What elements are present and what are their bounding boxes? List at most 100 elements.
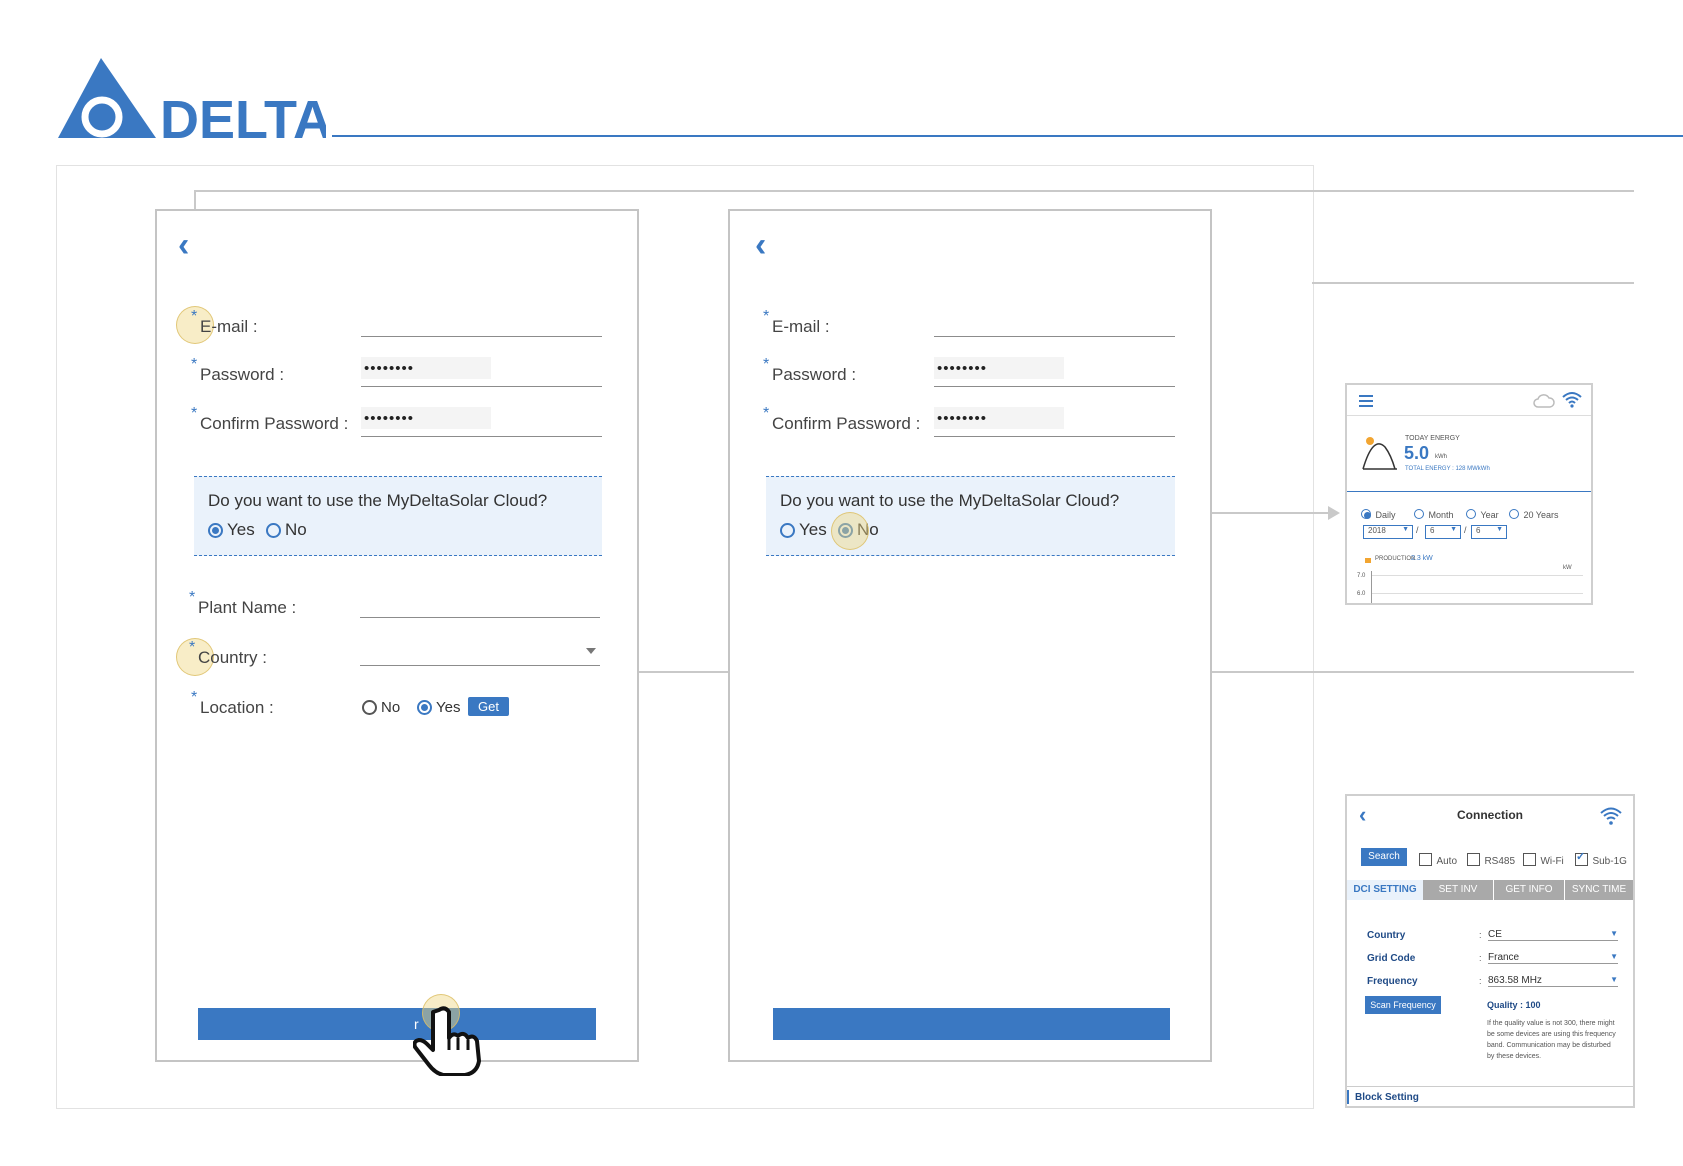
period-20-years[interactable]: 20 Years — [1509, 505, 1559, 523]
chevron-down-icon: ▼ — [1610, 975, 1618, 984]
scan-frequency-button[interactable]: Scan Frequency — [1365, 996, 1441, 1014]
confirm-password-input[interactable]: •••••••• — [361, 407, 602, 437]
date-separator: / — [1464, 525, 1467, 535]
grid-code-row-label: Grid Code — [1367, 953, 1416, 964]
quality-note: If the quality value is not 300, there m… — [1487, 1020, 1616, 1060]
day-select[interactable]: 6 ▼ — [1471, 525, 1507, 539]
option-wifi[interactable]: Wi-Fi — [1523, 851, 1564, 869]
tab-get-info[interactable]: GET INFO — [1494, 880, 1564, 900]
email-input[interactable] — [934, 307, 1175, 337]
frequency-row-select[interactable]: 863.58 MHz ▼ — [1488, 975, 1618, 987]
wifi-icon — [1600, 807, 1622, 825]
password-value: •••••••• — [361, 357, 491, 379]
frequency-row-value: 863.58 MHz — [1488, 975, 1542, 986]
highlight-marker — [831, 512, 869, 550]
wifi-icon — [1562, 392, 1582, 408]
country-row-select[interactable]: CE ▼ — [1488, 929, 1618, 941]
country-select[interactable] — [360, 636, 600, 666]
confirm-label-text: Confirm Password : — [772, 414, 921, 433]
cloud-no-option[interactable]: No — [266, 520, 307, 540]
arrow-head — [1328, 506, 1340, 520]
cloud-yes-option[interactable]: Yes — [780, 520, 827, 540]
chart-y-tick: 7.0 — [1357, 573, 1366, 579]
frequency-row-label: Frequency — [1367, 976, 1418, 987]
block-setting-link[interactable]: Block Setting — [1355, 1092, 1419, 1103]
month-select[interactable]: 6 ▼ — [1425, 525, 1461, 539]
checkbox-icon — [1523, 853, 1536, 867]
radio-unselected-icon — [780, 522, 795, 538]
back-arrow-icon[interactable]: ‹ — [178, 228, 189, 262]
today-energy-value: 5.0 — [1404, 443, 1430, 463]
connection-screen: ‹ Connection Search Auto RS485 Wi-Fi Sub… — [1345, 794, 1635, 1108]
quality-value: Quality : 100 — [1487, 1000, 1541, 1010]
connector-line-top — [194, 190, 1634, 192]
tab-set-inv[interactable]: SET INV — [1423, 880, 1493, 900]
total-energy: TOTAL ENERGY : 128 MWkWh — [1405, 466, 1490, 472]
radio-unselected-icon — [266, 522, 281, 538]
chevron-down-icon — [586, 648, 596, 654]
submit-button[interactable] — [773, 1008, 1170, 1040]
date-separator: / — [1416, 525, 1419, 535]
cloud-yes-label: Yes — [227, 520, 255, 539]
tab-sync-time[interactable]: SYNC TIME — [1565, 880, 1633, 900]
cloud-question: Do you want to use the MyDeltaSolar Clou… — [208, 491, 548, 510]
password-input[interactable]: •••••••• — [934, 357, 1175, 387]
email-label: * E-mail : — [763, 308, 830, 336]
period-month-label: Month — [1428, 510, 1454, 520]
plant-name-label: * Plant Name : — [189, 589, 297, 617]
back-arrow-icon[interactable]: ‹ — [755, 228, 766, 262]
country-row-label: Country — [1367, 930, 1406, 941]
period-daily[interactable]: Daily — [1361, 505, 1395, 523]
plant-name-input[interactable] — [360, 588, 600, 618]
year-value: 2018 — [1368, 526, 1386, 535]
solar-production-icon — [1362, 437, 1397, 470]
menu-icon[interactable] — [1359, 395, 1373, 407]
submit-button[interactable]: r — [198, 1008, 596, 1040]
option-wifi-label: Wi-Fi — [1540, 856, 1564, 867]
location-yes-option[interactable]: Yes — [417, 699, 460, 717]
location-label-text: Location : — [200, 698, 274, 717]
location-no-option[interactable]: No — [362, 699, 400, 717]
option-rs485[interactable]: RS485 — [1467, 851, 1515, 869]
grid-code-row-select[interactable]: France ▼ — [1488, 952, 1618, 964]
radio-unselected-icon — [1509, 508, 1519, 519]
chevron-down-icon: ▼ — [1610, 929, 1618, 938]
option-sub1g-label: Sub-1G — [1592, 856, 1627, 867]
email-label: * E-mail : — [191, 308, 258, 336]
cloud-yes-label: Yes — [799, 520, 827, 539]
period-year[interactable]: Year — [1466, 505, 1499, 523]
get-location-button[interactable]: Get — [468, 697, 509, 716]
header-rule — [332, 135, 1683, 137]
checkbox-icon — [1467, 853, 1480, 867]
password-label-text: Password : — [200, 365, 285, 384]
country-label-text: Country : — [198, 648, 267, 667]
period-month[interactable]: Month — [1414, 505, 1453, 523]
search-button[interactable]: Search — [1361, 848, 1407, 866]
chevron-down-icon: ▼ — [1610, 952, 1618, 961]
email-input[interactable] — [361, 307, 602, 337]
cloud-icon — [1533, 394, 1555, 408]
country-label: * Country : — [189, 639, 267, 667]
radio-selected-icon — [417, 700, 432, 716]
checkbox-icon — [1419, 853, 1432, 867]
confirm-password-value: •••••••• — [934, 407, 1064, 429]
location-no-label: No — [381, 699, 401, 717]
grid-code-row-value: France — [1488, 952, 1520, 963]
option-sub1g[interactable]: Sub-1G — [1575, 850, 1627, 869]
row-colon: : — [1479, 976, 1482, 986]
day-value: 6 — [1476, 526, 1481, 535]
chevron-down-icon: ▼ — [1450, 526, 1457, 533]
password-label: * Password : — [763, 356, 857, 384]
password-input[interactable]: •••••••• — [361, 357, 602, 387]
cloud-yes-option[interactable]: Yes — [208, 520, 255, 540]
confirm-password-label: * Confirm Password : — [763, 405, 921, 433]
password-value: •••••••• — [934, 357, 1064, 379]
tab-dci-setting[interactable]: DCI SETTING — [1347, 880, 1423, 900]
password-label-text: Password : — [772, 365, 857, 384]
confirm-password-input[interactable]: •••••••• — [934, 407, 1175, 437]
year-select[interactable]: 2018 ▼ — [1363, 525, 1413, 539]
option-auto[interactable]: Auto — [1419, 851, 1457, 869]
radio-selected-icon — [208, 522, 223, 538]
cloud-question: Do you want to use the MyDeltaSolar Clou… — [780, 491, 1120, 510]
confirm-label-text: Confirm Password : — [200, 414, 349, 433]
